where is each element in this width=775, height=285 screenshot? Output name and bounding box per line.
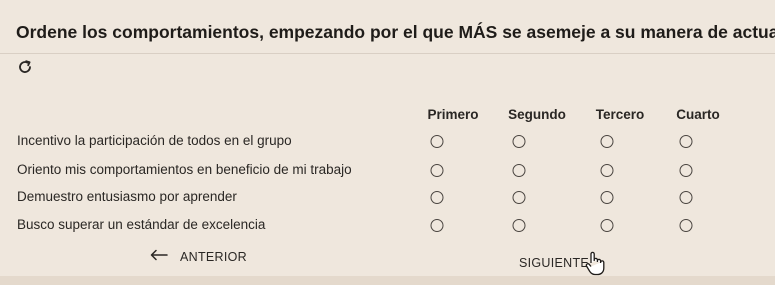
- radio-primero[interactable]: [430, 219, 444, 232]
- column-header-segundo: Segundo: [508, 107, 566, 122]
- reload-icon: [17, 59, 33, 80]
- next-button[interactable]: SIGUIENTE: [519, 256, 589, 270]
- radio-cuarto[interactable]: [679, 219, 693, 232]
- radio-tercero[interactable]: [600, 164, 614, 177]
- row-label: Demuestro entusiasmo por aprender: [17, 189, 237, 204]
- next-label: SIGUIENTE: [519, 256, 590, 270]
- row-label: Oriento mis comportamientos en beneficio…: [17, 162, 352, 177]
- column-header-tercero: Tercero: [595, 107, 645, 122]
- radio-tercero[interactable]: [600, 135, 614, 148]
- arrow-left-icon: [150, 249, 168, 264]
- ranking-row: Oriento mis comportamientos en beneficio…: [0, 162, 775, 188]
- reset-button[interactable]: [14, 58, 36, 80]
- column-header-cuarto: Cuarto: [676, 107, 720, 122]
- radio-segundo[interactable]: [512, 135, 526, 148]
- radio-tercero[interactable]: [600, 191, 614, 204]
- radio-tercero[interactable]: [600, 219, 614, 232]
- radio-segundo[interactable]: [512, 191, 526, 204]
- ranking-row: Demuestro entusiasmo por aprender: [0, 189, 775, 215]
- previous-label: ANTERIOR: [180, 249, 247, 264]
- bottom-bar: [0, 276, 775, 285]
- radio-primero[interactable]: [430, 191, 444, 204]
- question-text: Ordene los comportamientos, empezando po…: [16, 22, 775, 42]
- radio-primero[interactable]: [430, 164, 444, 177]
- column-header-primero: Primero: [427, 107, 479, 122]
- radio-cuarto[interactable]: [679, 164, 693, 177]
- divider: [0, 53, 775, 54]
- radio-segundo[interactable]: [512, 164, 526, 177]
- radio-segundo[interactable]: [512, 219, 526, 232]
- ranking-row: Incentivo la participación de todos en e…: [0, 133, 775, 159]
- previous-button[interactable]: ANTERIOR: [150, 249, 247, 264]
- radio-cuarto[interactable]: [679, 191, 693, 204]
- row-label: Incentivo la participación de todos en e…: [17, 133, 292, 148]
- row-label: Busco superar un estándar de excelencia: [17, 217, 266, 232]
- radio-cuarto[interactable]: [679, 135, 693, 148]
- radio-primero[interactable]: [430, 135, 444, 148]
- ranking-row: Busco superar un estándar de excelencia: [0, 217, 775, 243]
